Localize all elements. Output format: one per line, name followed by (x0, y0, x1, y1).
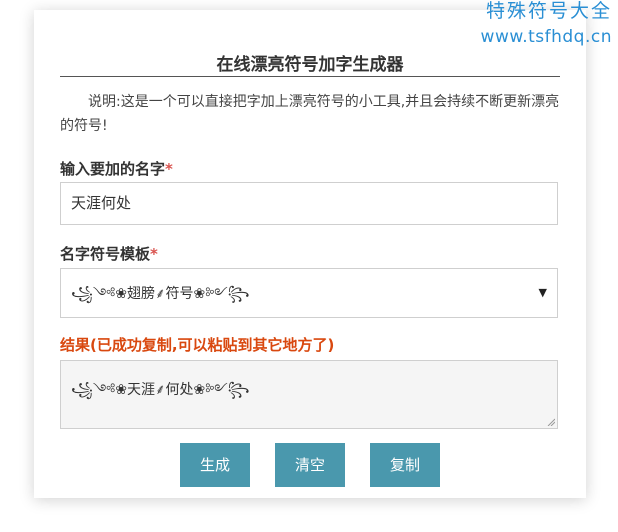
result-label: 结果(已成功复制,可以粘贴到其它地方了) (60, 336, 335, 354)
template-label: 名字符号模板* (60, 243, 158, 264)
resize-grip-icon[interactable] (547, 418, 555, 426)
watermark-url: www.tsfhdq.cn (480, 27, 612, 47)
title-divider (60, 76, 560, 77)
result-text: ꧁༺❀天涯⸙何处❀༻꧂ (71, 382, 250, 398)
template-selected-value: ꧁༺❀翅膀⸙符号❀༻꧂ (71, 286, 250, 302)
description-text: 说明:这是一个可以直接把字加上漂亮符号的小工具,并且会持续不断更新漂亮的符号! (60, 94, 560, 134)
generate-button[interactable]: 生成 (180, 443, 250, 487)
copy-button[interactable]: 复制 (370, 443, 440, 487)
generator-card: 在线漂亮符号加字生成器 说明:这是一个可以直接把字加上漂亮符号的小工具,并且会持… (34, 10, 586, 498)
name-label: 输入要加的名字* (60, 158, 173, 179)
watermark: 特殊符号大全 www.tsfhdq.cn (481, 2, 612, 46)
template-select[interactable]: ꧁༺❀翅膀⸙符号❀༻꧂ ▼ (60, 268, 558, 318)
result-textarea[interactable]: ꧁༺❀天涯⸙何处❀༻꧂ (60, 360, 558, 429)
name-label-text: 输入要加的名字 (60, 160, 166, 178)
template-label-text: 名字符号模板 (60, 245, 151, 263)
watermark-title: 特殊符号大全 (485, 0, 612, 22)
dropdown-caret-icon: ▼ (538, 286, 547, 299)
required-mark: * (165, 160, 173, 178)
name-input[interactable]: 天涯何处 (60, 182, 558, 225)
page-title: 在线漂亮符号加字生成器 (216, 55, 404, 75)
clear-button[interactable]: 清空 (275, 443, 345, 487)
required-mark: * (150, 245, 158, 263)
